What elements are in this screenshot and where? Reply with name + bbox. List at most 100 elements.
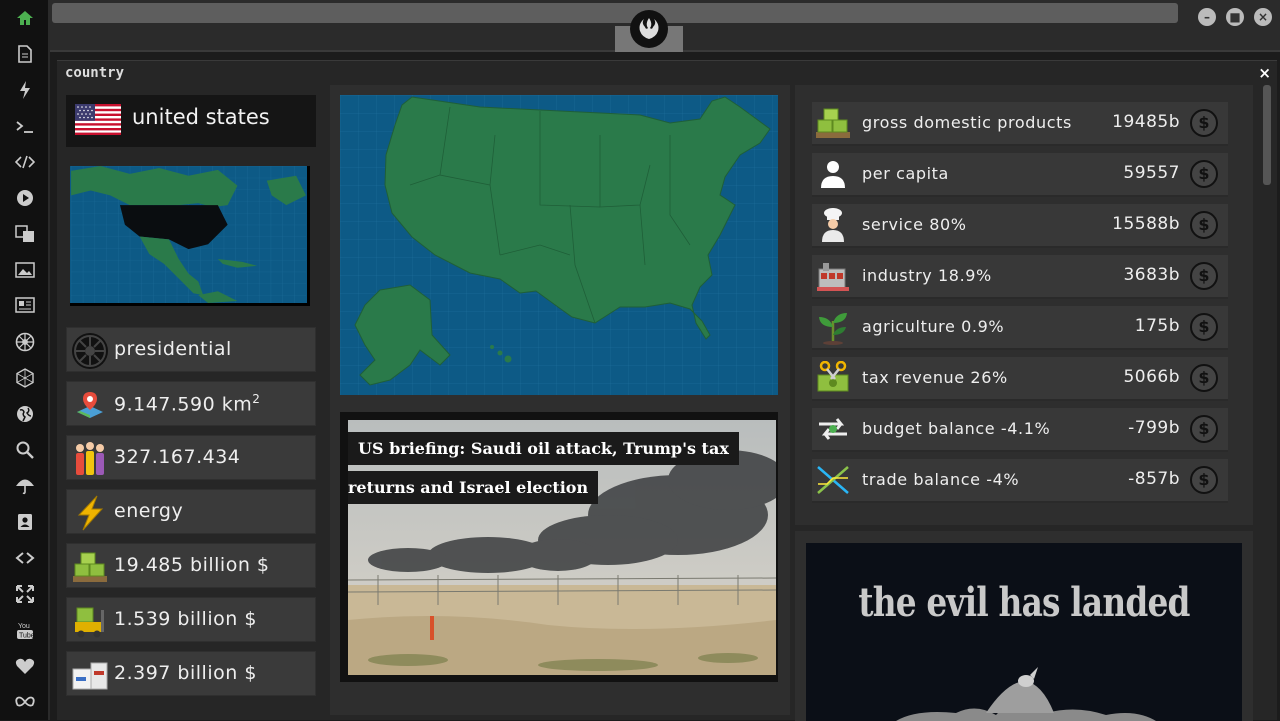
stat-row: industry 18.9% 3683b $ [812, 255, 1228, 299]
chef-icon [814, 206, 852, 244]
empire-icon[interactable] [12, 329, 38, 355]
government-row: presidential [66, 327, 316, 372]
ad-text: the evil has landed [858, 579, 1190, 626]
infinity-icon[interactable] [12, 689, 38, 715]
stat-row: per capita 59557 $ [812, 153, 1228, 197]
dollar-icon[interactable]: $ [1190, 109, 1218, 137]
stat-value: 15588b [1112, 214, 1180, 234]
dollar-icon[interactable]: $ [1190, 160, 1218, 188]
minimize-button[interactable]: – [1198, 8, 1216, 26]
globe-icon[interactable] [12, 401, 38, 427]
news-headline-line2[interactable]: returns and Israel election [348, 471, 599, 504]
stat-row: service 80% 15588b $ [812, 204, 1228, 248]
ad-banner[interactable]: the evil has landed [806, 543, 1242, 721]
stat-row: agriculture 0.9% 175b $ [812, 306, 1228, 350]
stat-label: industry 18.9% [862, 266, 992, 285]
expand-icon[interactable] [12, 581, 38, 607]
person-icon [814, 155, 852, 193]
search-icon[interactable] [12, 437, 38, 463]
boxes-icon [71, 656, 109, 694]
north-america-minimap [70, 166, 310, 306]
main-resource: energy [114, 500, 184, 522]
money-pallet-icon [71, 548, 109, 586]
bolt-icon[interactable] [12, 77, 38, 103]
translate-icon[interactable] [12, 221, 38, 247]
import-row: 2.397 billion $ [66, 651, 316, 696]
trade-cross-icon [814, 461, 852, 499]
panel-close-button[interactable]: × [1258, 64, 1271, 82]
country-header: united states [66, 95, 316, 147]
close-window-button[interactable]: × [1254, 8, 1272, 26]
youtube-icon[interactable]: You Tube [12, 617, 38, 643]
svg-text:Tube: Tube [19, 633, 34, 640]
area-row: 9.147.590 km2 [66, 381, 316, 426]
plant-icon [814, 308, 852, 346]
gdp-row: 19.485 billion $ [66, 543, 316, 588]
stat-value: 19485b [1112, 112, 1180, 132]
country-panel: country × united states presidential 9.1… [57, 60, 1277, 721]
dollar-icon[interactable]: $ [1190, 211, 1218, 239]
image-icon[interactable] [12, 257, 38, 283]
dollar-icon[interactable]: $ [1190, 262, 1218, 290]
forklift-icon [71, 602, 109, 640]
stat-label: gross domestic products [862, 113, 1072, 132]
panel-title: country [65, 65, 125, 81]
population-row: 327.167.434 [66, 435, 316, 480]
stat-row: budget balance -4.1% -799b $ [812, 408, 1228, 452]
population-people-icon [71, 440, 109, 478]
stat-label: per capita [862, 164, 949, 183]
factory-icon [814, 257, 852, 295]
stat-row: gross domestic products 19485b $ [812, 102, 1228, 146]
gdp-value: 19.485 billion $ [114, 554, 270, 576]
export-value: 1.539 billion $ [114, 608, 257, 630]
resource-row: energy [66, 489, 316, 534]
play-icon[interactable] [12, 185, 38, 211]
address-bar[interactable] [52, 3, 1178, 23]
export-row: 1.539 billion $ [66, 597, 316, 642]
top-bar: – ■ × [50, 0, 1280, 52]
economy-stats: gross domestic products 19485b $ per cap… [795, 85, 1253, 525]
stat-value: -857b [1128, 469, 1180, 489]
maximize-button[interactable]: ■ [1226, 8, 1244, 26]
stat-label: service 80% [862, 215, 967, 234]
rebel-alliance-logo-icon [630, 10, 668, 48]
dollar-icon[interactable]: $ [1190, 313, 1218, 341]
us-flag-icon [75, 104, 121, 135]
area-value: 9.147.590 km2 [114, 392, 261, 416]
stat-value: -799b [1128, 418, 1180, 438]
scrollbar[interactable] [1263, 85, 1271, 185]
news-card[interactable]: US briefing: Saudi oil attack, Trump's t… [340, 412, 778, 682]
usa-map[interactable] [340, 95, 778, 395]
document-icon[interactable] [12, 41, 38, 67]
stat-value: 5066b [1123, 367, 1180, 387]
hexagon-icon[interactable] [12, 365, 38, 391]
stat-row: tax revenue 26% 5066b $ [812, 357, 1228, 401]
money-pallet-icon [814, 104, 852, 142]
news-icon[interactable] [12, 292, 38, 318]
dollar-icon[interactable]: $ [1190, 466, 1218, 494]
code-icon[interactable] [12, 149, 38, 175]
svg-text:You: You [18, 623, 30, 630]
country-name: united states [132, 105, 270, 129]
ad-container: the evil has landed [795, 531, 1253, 721]
news-image: US briefing: Saudi oil attack, Trump's t… [348, 420, 776, 675]
heart-icon[interactable] [12, 653, 38, 679]
terminal-icon[interactable] [12, 114, 38, 140]
contact-icon[interactable] [12, 509, 38, 535]
link-icon[interactable] [12, 545, 38, 571]
umbrella-icon[interactable] [12, 473, 38, 499]
empire-emblem-icon [71, 332, 109, 370]
government-type: presidential [114, 338, 232, 360]
exchange-icon [814, 410, 852, 448]
stat-value: 59557 [1123, 163, 1180, 183]
stat-value: 175b [1134, 316, 1180, 336]
dollar-icon[interactable]: $ [1190, 415, 1218, 443]
ad-artwork [896, 667, 1156, 721]
home-icon[interactable] [12, 5, 38, 31]
stat-label: budget balance -4.1% [862, 419, 1051, 438]
lightning-bolt-icon [71, 494, 109, 532]
stat-value: 3683b [1123, 265, 1180, 285]
map-pin-icon [71, 386, 109, 424]
news-headline-line1[interactable]: US briefing: Saudi oil attack, Trump's t… [348, 432, 739, 465]
dollar-icon[interactable]: $ [1190, 364, 1218, 392]
